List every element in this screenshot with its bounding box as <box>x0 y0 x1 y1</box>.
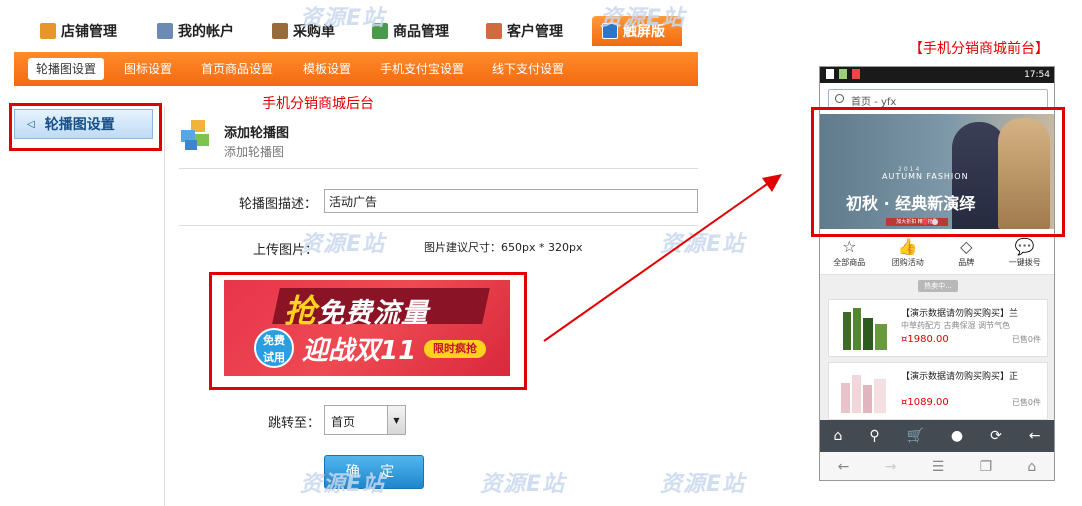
frontend-annotation: 【手机分销商城前台】 <box>909 41 1049 57</box>
subnav-homepage-goods-settings[interactable]: 首页商品设置 <box>201 58 273 80</box>
subnav-template-settings[interactable]: 模板设置 <box>303 58 351 80</box>
banner-free-trial-badge: 免费 试用 <box>254 328 294 368</box>
header-divider <box>179 168 698 169</box>
shortcut-label: 全部商品 <box>833 258 866 267</box>
banner-headline: 抢免费流量 <box>284 292 430 330</box>
subnav-icon-settings[interactable]: 图标设置 <box>124 58 172 80</box>
menu-icon[interactable]: ☰ <box>932 459 945 475</box>
shortcut-all-goods[interactable]: ☆ 全部商品 <box>823 237 875 274</box>
purchase-order-icon <box>272 23 288 39</box>
customer-icon <box>486 23 502 39</box>
uploaded-banner-image[interactable]: 抢免费流量 免费 试用 迎战双11 限时疯抢 <box>224 280 510 376</box>
tab-label: 客户管理 <box>507 24 563 40</box>
phone-shortcut-row: ☆ 全部商品 👍 团购活动 ◇ 品牌 💬 一键拨号 <box>820 237 1054 275</box>
shortcut-one-click-dial[interactable]: 💬 一键拨号 <box>999 237 1051 274</box>
tab-label: 店铺管理 <box>61 24 117 40</box>
arrow-to-frontend <box>543 174 782 342</box>
phone-status-bar: 17:54 <box>820 67 1054 83</box>
product-sold: 已售0件 <box>1011 335 1041 344</box>
tab-label: 我的帐户 <box>178 24 234 40</box>
tab-label: 商品管理 <box>393 24 449 40</box>
browser-home-icon[interactable]: ⌂ <box>1027 459 1036 475</box>
shortcut-label: 一键拨号 <box>1008 258 1041 267</box>
tab-shop-management[interactable]: 店铺管理 <box>30 16 127 46</box>
shortcut-label: 团购活动 <box>891 258 924 267</box>
banner-pill: 限时疯抢 <box>424 340 486 358</box>
browser-back-icon[interactable]: ← <box>838 459 850 475</box>
page-subtitle: 添加轮播图 <box>224 145 285 159</box>
section-tag: 热卖中... <box>918 280 958 292</box>
shortcut-label: 品牌 <box>958 258 975 267</box>
shop-icon <box>40 23 56 39</box>
signal-icon <box>826 69 834 79</box>
usb-icon <box>839 69 847 79</box>
page-title: 添加轮播图 <box>224 126 290 141</box>
list-item[interactable]: 【演示数据请勿购买购买】兰 中草药配方 古典保湿 调节气色 ¤1980.00 已… <box>828 299 1048 357</box>
add-carousel-cube-icon <box>181 120 209 150</box>
chat-bubble-icon: 💬 <box>1014 237 1035 256</box>
phone-browser-bar: ← → ☰ ❐ ⌂ <box>820 452 1054 480</box>
home-icon[interactable]: ⌂ <box>833 428 842 444</box>
product-price: ¤1089.00 <box>901 397 949 408</box>
redirect-select-value: 首页 <box>331 415 356 429</box>
product-thumbnail <box>843 308 887 350</box>
tabs-icon[interactable]: ❐ <box>980 459 993 475</box>
watermark-logo: 资源E站 <box>660 472 746 497</box>
redirect-label: 跳转至： <box>268 416 321 431</box>
tab-customer-management[interactable]: 客户管理 <box>476 16 573 46</box>
chevron-left-icon: ◁ <box>27 118 35 130</box>
shortcut-group-buy[interactable]: 👍 团购活动 <box>882 237 934 274</box>
sidebar-carousel-button[interactable]: ◁ 轮播图设置 <box>14 109 153 139</box>
product-sold: 已售0件 <box>1011 398 1041 407</box>
thumbs-up-icon: 👍 <box>897 237 918 256</box>
diamond-icon: ◇ <box>960 237 973 256</box>
watermark-logo: 资源E站 <box>600 6 686 31</box>
subnav-mobile-alipay-settings[interactable]: 手机支付宝设置 <box>380 58 464 80</box>
shortcut-brand[interactable]: ◇ 品牌 <box>940 237 992 274</box>
subnav-carousel-settings[interactable]: 轮播图设置 <box>28 58 105 80</box>
phone-search-bar[interactable]: 首页 - yfx <box>828 89 1048 109</box>
sidebar-divider <box>164 106 165 506</box>
notification-icon <box>852 69 860 79</box>
backend-annotation: 手机分销商城后台 <box>262 96 374 112</box>
star-icon: ☆ <box>842 237 857 256</box>
subnav-offline-payment-settings[interactable]: 线下支付设置 <box>492 58 564 80</box>
watermark-logo: 资源E站 <box>300 6 386 31</box>
product-name: 【演示数据请勿购买购买】兰 <box>901 309 1019 319</box>
search-icon[interactable]: ⚲ <box>869 428 879 444</box>
status-icons <box>826 69 860 79</box>
watermark-logo: 资源E站 <box>480 472 566 497</box>
refresh-icon[interactable]: ⟳ <box>990 428 1002 444</box>
product-desc: 中草药配方 古典保湿 调节气色 <box>901 321 1011 330</box>
frontend-banner-highlight-box <box>811 107 1065 237</box>
product-thumbnail <box>841 375 886 413</box>
product-name: 【演示数据请勿购买购买】正 <box>901 372 1019 382</box>
product-price: ¤1980.00 <box>901 334 949 345</box>
account-icon <box>157 23 173 39</box>
redirect-select[interactable]: 首页 ▼ <box>324 405 406 435</box>
tab-my-account[interactable]: 我的帐户 <box>147 16 244 46</box>
sub-navigation: 轮播图设置 图标设置 首页商品设置 模板设置 手机支付宝设置 线下支付设置 <box>14 52 698 86</box>
description-label: 轮播图描述： <box>239 197 318 212</box>
chevron-down-icon[interactable]: ▼ <box>387 406 405 434</box>
status-time: 17:54 <box>1024 70 1050 80</box>
list-item[interactable]: 【演示数据请勿购买购买】正 ¤1089.00 已售0件 <box>828 362 1048 420</box>
browser-forward-icon[interactable]: → <box>885 459 897 475</box>
cart-icon[interactable]: 🛒 <box>907 428 924 444</box>
sidebar-button-label: 轮播图设置 <box>44 117 115 133</box>
watermark-logo: 资源E站 <box>300 472 386 497</box>
search-icon <box>835 94 844 103</box>
back-arrow-icon[interactable]: ← <box>1029 428 1041 444</box>
watermark-logo: 资源E站 <box>300 232 386 257</box>
user-icon[interactable]: ● <box>951 428 963 444</box>
phone-tab-bar: ⌂ ⚲ 🛒 ● ⟳ ← <box>820 420 1054 452</box>
banner-subline: 迎战双11 <box>302 336 417 366</box>
